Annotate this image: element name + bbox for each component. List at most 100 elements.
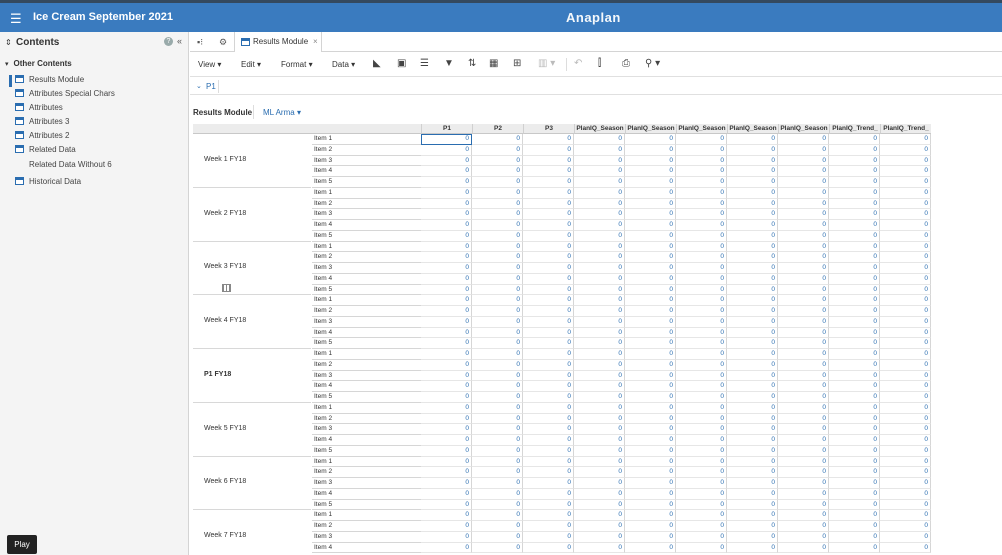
data-cell[interactable]: 0	[778, 488, 829, 500]
data-cell[interactable]: 0	[880, 230, 931, 242]
data-cell[interactable]: 0	[676, 338, 727, 349]
row-group[interactable]: Week 7 FY18	[193, 510, 311, 555]
data-cell[interactable]: 0	[727, 316, 778, 328]
data-cell[interactable]: 0	[421, 284, 472, 296]
item-row-header[interactable]: Item 4	[312, 274, 422, 285]
filter-value[interactable]: P1	[206, 82, 216, 91]
data-cell[interactable]: 0	[676, 241, 727, 253]
data-cell[interactable]: 0	[574, 230, 625, 242]
data-cell[interactable]: 0	[523, 263, 574, 274]
data-cell[interactable]: 0	[421, 306, 472, 317]
data-cell[interactable]: 0	[727, 413, 778, 425]
data-cell[interactable]: 0	[421, 478, 472, 489]
column-header[interactable]: P1	[421, 124, 472, 134]
data-cell[interactable]: 0	[676, 177, 727, 188]
data-cell[interactable]: 0	[676, 413, 727, 425]
data-cell[interactable]: 0	[574, 306, 625, 317]
data-cell[interactable]: 0	[778, 424, 829, 435]
item-row-header[interactable]: Item 4	[312, 543, 422, 554]
data-cell[interactable]: 0	[727, 263, 778, 274]
item-row-header[interactable]: Item 3	[312, 371, 422, 382]
data-cell[interactable]: 0	[676, 155, 727, 167]
row-group[interactable]: P1 FY18	[193, 349, 311, 403]
data-cell[interactable]: 0	[574, 166, 625, 177]
data-cell[interactable]: 0	[727, 198, 778, 210]
data-cell[interactable]: 0	[880, 478, 931, 489]
data-cell[interactable]: 0	[829, 542, 880, 554]
data-cell[interactable]: 0	[472, 381, 523, 392]
data-cell[interactable]: 0	[421, 155, 472, 167]
data-cell[interactable]: 0	[778, 295, 829, 306]
data-cell[interactable]: 0	[523, 198, 574, 210]
data-cell[interactable]: 0	[778, 284, 829, 296]
data-cell[interactable]: 0	[523, 402, 574, 414]
item-row-header[interactable]: Item 3	[312, 424, 422, 435]
data-cell[interactable]: 0	[472, 521, 523, 532]
data-cell[interactable]: 0	[829, 456, 880, 468]
data-cell[interactable]: 0	[574, 445, 625, 457]
item-row-header[interactable]: Item 2	[312, 414, 422, 425]
data-cell[interactable]: 0	[778, 435, 829, 446]
data-cell[interactable]: 0	[727, 435, 778, 446]
data-cell[interactable]: 0	[625, 349, 676, 360]
data-cell[interactable]: 0	[421, 488, 472, 500]
data-cell[interactable]: 0	[880, 542, 931, 554]
data-cell[interactable]: 0	[625, 456, 676, 468]
data-cell[interactable]: 0	[472, 263, 523, 274]
hamburger-menu-icon[interactable]: ☰	[10, 12, 22, 25]
data-cell[interactable]: 0	[676, 273, 727, 285]
data-cell[interactable]: 0	[727, 155, 778, 167]
data-cell[interactable]: 0	[625, 284, 676, 296]
data-cell[interactable]: 0	[421, 198, 472, 210]
tab-results-module[interactable]: Results Module ×	[234, 32, 322, 52]
item-row-header[interactable]: Item 4	[312, 166, 422, 177]
data-cell[interactable]: 0	[421, 381, 472, 392]
data-cell[interactable]: 0	[676, 499, 727, 511]
data-cell[interactable]: 0	[778, 252, 829, 263]
data-cell[interactable]: 0	[472, 467, 523, 478]
data-cell[interactable]: 0	[421, 252, 472, 263]
data-cell[interactable]: 0	[574, 338, 625, 349]
data-cell[interactable]: 0	[523, 445, 574, 457]
data-cell[interactable]: 0	[574, 252, 625, 263]
data-cell[interactable]: 0	[421, 359, 472, 371]
format-menu[interactable]: Format ▾	[281, 60, 313, 69]
data-cell[interactable]: 0	[880, 177, 931, 188]
data-cell[interactable]: 0	[421, 134, 472, 145]
data-cell[interactable]: 0	[778, 241, 829, 253]
data-cell[interactable]: 0	[829, 187, 880, 199]
data-cell[interactable]: 0	[778, 531, 829, 543]
item-row-header[interactable]: Item 3	[312, 209, 422, 220]
data-cell[interactable]: 0	[472, 198, 523, 210]
data-cell[interactable]: 0	[676, 284, 727, 296]
data-cell[interactable]: 0	[472, 187, 523, 199]
data-cell[interactable]: 0	[421, 402, 472, 414]
data-cell[interactable]: 0	[472, 209, 523, 220]
data-cell[interactable]: 0	[829, 467, 880, 478]
data-cell[interactable]: 0	[829, 230, 880, 242]
chart-toggle-icon[interactable]: ⊞	[513, 58, 521, 69]
data-cell[interactable]: 0	[727, 370, 778, 382]
data-cell[interactable]: 0	[421, 295, 472, 306]
help-icon[interactable]: ?	[164, 37, 173, 46]
data-cell[interactable]: 0	[727, 445, 778, 457]
data-cell[interactable]: 0	[625, 273, 676, 285]
data-cell[interactable]: 0	[727, 392, 778, 403]
data-cell[interactable]: 0	[727, 456, 778, 468]
data-cell[interactable]: 0	[727, 273, 778, 285]
data-cell[interactable]: 0	[421, 521, 472, 532]
page-selector-dropdown[interactable]: ML Arma ▾	[263, 108, 301, 117]
data-cell[interactable]: 0	[472, 230, 523, 242]
item-row-header[interactable]: Item 4	[312, 489, 422, 500]
data-cell[interactable]: 0	[523, 542, 574, 554]
sidebar-item[interactable]: Historical Data	[15, 177, 81, 189]
item-row-header[interactable]: Item 3	[312, 156, 422, 167]
data-cell[interactable]: 0	[727, 306, 778, 317]
data-cell[interactable]: 0	[778, 370, 829, 382]
data-cell[interactable]: 0	[829, 499, 880, 511]
data-cell[interactable]: 0	[829, 284, 880, 296]
data-cell[interactable]: 0	[625, 424, 676, 435]
data-cell[interactable]: 0	[421, 273, 472, 285]
data-cell[interactable]: 0	[523, 435, 574, 446]
other-contents-section[interactable]: ▾ Other Contents	[5, 59, 72, 68]
